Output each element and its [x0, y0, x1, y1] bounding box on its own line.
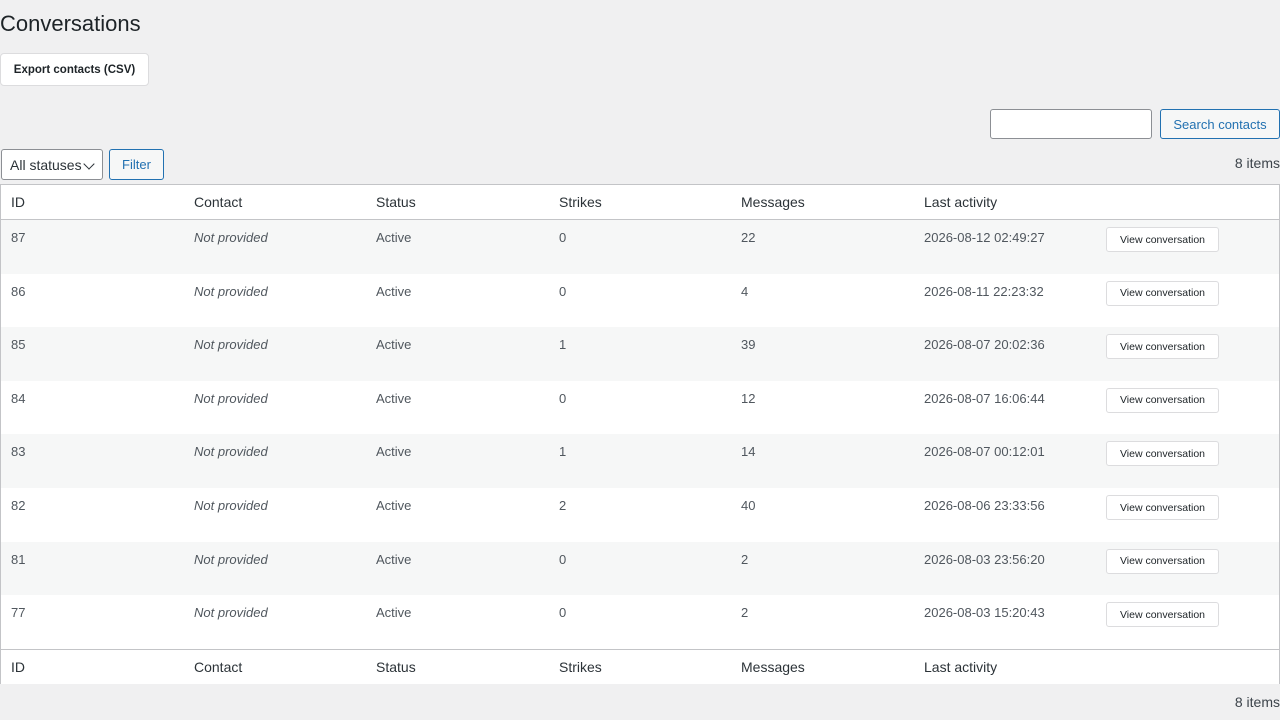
table-footer: ID Contact Status Strikes Messages Last … — [1, 649, 1279, 684]
row-id: 86 — [11, 283, 26, 299]
table-row: 85 Not provided Active 1 39 2026-08-07 20:02:… — [1, 327, 1279, 381]
row-id: 87 — [11, 230, 26, 245]
row-id: 77 — [11, 605, 26, 621]
row-strikes: 0 — [559, 390, 567, 406]
row-status: Active — [376, 551, 412, 567]
row-id: 82 — [11, 498, 26, 513]
view-conversation-button[interactable]: View conversation — [1106, 334, 1219, 360]
row-contact: Not provided — [194, 390, 268, 406]
row-strikes: 0 — [559, 551, 567, 567]
row-id: 84 — [11, 390, 26, 406]
row-contact: Not provided — [194, 283, 268, 299]
row-last-activity: 2026-08-07 00:12:01 — [924, 444, 1045, 460]
search-input[interactable] — [990, 109, 1152, 139]
column-footer-strikes[interactable]: Strikes — [559, 650, 602, 684]
table-row: 87 Not provided Active 0 22 2026-08-12 02:49:… — [1, 220, 1279, 274]
table-row: 77 Not provided Active 0 2 2026-08-03 15:20:4… — [1, 595, 1279, 649]
row-status: Active — [376, 337, 412, 353]
search-contacts-button[interactable]: Search contacts — [1160, 109, 1280, 139]
row-messages: 2 — [741, 605, 749, 621]
row-id: 83 — [11, 444, 26, 460]
row-status: Active — [376, 283, 412, 299]
row-last-activity: 2026-08-03 15:20:43 — [924, 605, 1045, 621]
row-contact: Not provided — [194, 605, 268, 621]
column-header-strikes[interactable]: Strikes — [559, 185, 602, 219]
view-conversation-button[interactable]: View conversation — [1106, 548, 1219, 574]
row-last-activity: 2026-08-07 20:02:36 — [924, 337, 1045, 353]
column-header-messages[interactable]: Messages — [741, 185, 805, 219]
row-status: Active — [376, 444, 412, 460]
view-conversation-button[interactable]: View conversation — [1106, 495, 1219, 520]
row-last-activity: 2026-08-11 22:23:32 — [924, 283, 1044, 299]
row-messages: 40 — [741, 498, 756, 513]
column-header-last-activity[interactable]: Last activity — [924, 185, 997, 219]
filter-button[interactable]: Filter — [109, 149, 164, 180]
table-row: 86 Not provided Active 0 4 2026-08-11 22:23:3… — [1, 274, 1279, 328]
row-strikes: 0 — [559, 283, 567, 299]
row-messages: 22 — [741, 230, 756, 245]
row-messages: 2 — [741, 551, 749, 567]
view-conversation-button[interactable]: View conversation — [1106, 602, 1219, 628]
row-strikes: 2 — [559, 498, 567, 513]
row-last-activity: 2026-08-07 16:06:44 — [924, 390, 1045, 406]
column-footer-last-activity[interactable]: Last activity — [924, 650, 997, 684]
column-footer-messages[interactable]: Messages — [741, 650, 805, 684]
conversations-table: ID Contact Status Strikes Messages Last … — [0, 184, 1280, 684]
row-messages: 4 — [741, 283, 749, 299]
row-last-activity: 2026-08-06 23:33:56 — [924, 498, 1045, 513]
row-id: 85 — [11, 337, 26, 353]
view-conversation-button[interactable]: View conversation — [1106, 227, 1219, 252]
chevron-down-icon — [83, 158, 95, 170]
row-status: Active — [376, 498, 412, 513]
row-strikes: 0 — [559, 230, 567, 245]
column-header-id[interactable]: ID — [11, 185, 25, 219]
table-header: ID Contact Status Strikes Messages Last … — [1, 185, 1279, 220]
view-conversation-button[interactable]: View conversation — [1106, 387, 1219, 413]
column-header-status[interactable]: Status — [376, 185, 416, 219]
row-status: Active — [376, 230, 412, 245]
row-messages: 14 — [741, 444, 756, 460]
table-row: 84 Not provided Active 0 12 2026-08-07 16:06:… — [1, 381, 1279, 435]
row-contact: Not provided — [194, 444, 268, 460]
column-footer-status[interactable]: Status — [376, 650, 416, 684]
table-row: 83 Not provided Active 1 14 2026-08-07 00:12:… — [1, 434, 1279, 488]
row-contact: Not provided — [194, 337, 268, 353]
items-count-bottom: 8 items — [1234, 694, 1280, 710]
items-count-top: 8 items — [1234, 155, 1280, 171]
row-contact: Not provided — [194, 230, 268, 245]
row-messages: 12 — [741, 390, 756, 406]
row-status: Active — [376, 605, 412, 621]
row-contact: Not provided — [194, 551, 268, 567]
status-filter-select[interactable]: All statuses — [1, 149, 103, 180]
row-last-activity: 2026-08-03 23:56:20 — [924, 551, 1045, 567]
row-last-activity: 2026-08-12 02:49:27 — [924, 230, 1045, 245]
status-filter-value: All statuses — [10, 156, 82, 173]
row-strikes: 0 — [559, 605, 567, 621]
page-title: Conversations — [0, 11, 141, 36]
row-messages: 39 — [741, 337, 756, 353]
row-id: 81 — [11, 551, 26, 567]
column-header-contact[interactable]: Contact — [194, 185, 242, 219]
row-status: Active — [376, 390, 412, 406]
table-row: 82 Not provided Active 2 40 2026-08-06 23:33:… — [1, 488, 1279, 542]
table-row: 81 Not provided Active 0 2 2026-08-03 23:56:2… — [1, 541, 1279, 596]
row-contact: Not provided — [194, 498, 268, 513]
column-footer-id[interactable]: ID — [11, 650, 25, 684]
column-footer-contact[interactable]: Contact — [194, 650, 242, 684]
export-contacts-button[interactable]: Export contacts (CSV) — [0, 53, 149, 86]
row-strikes: 1 — [559, 444, 567, 460]
row-strikes: 1 — [559, 337, 567, 353]
view-conversation-button[interactable]: View conversation — [1106, 441, 1219, 467]
view-conversation-button[interactable]: View conversation — [1106, 280, 1219, 306]
